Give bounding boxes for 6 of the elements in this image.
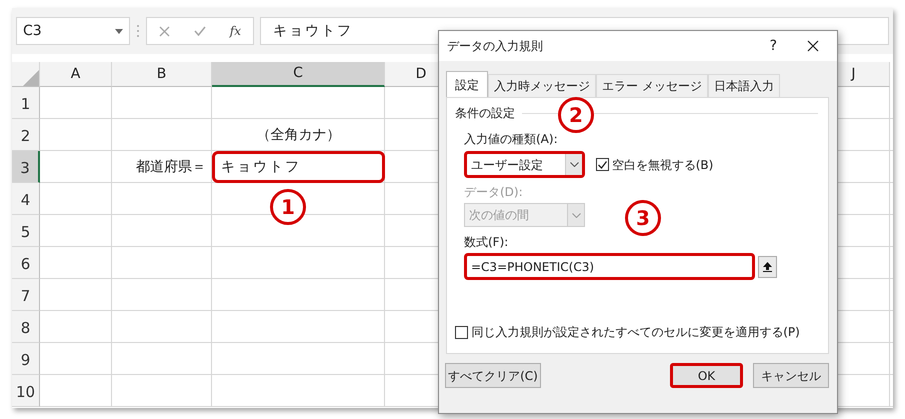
name-box-text: C3	[23, 22, 42, 40]
field-label: 数式(F):	[464, 234, 510, 251]
group-heading: 条件の設定	[455, 105, 515, 122]
dropdown: 次の値の間	[464, 203, 585, 227]
field-label: データ(D):	[464, 184, 524, 201]
field-label: 入力値の種類(A):	[464, 131, 559, 148]
